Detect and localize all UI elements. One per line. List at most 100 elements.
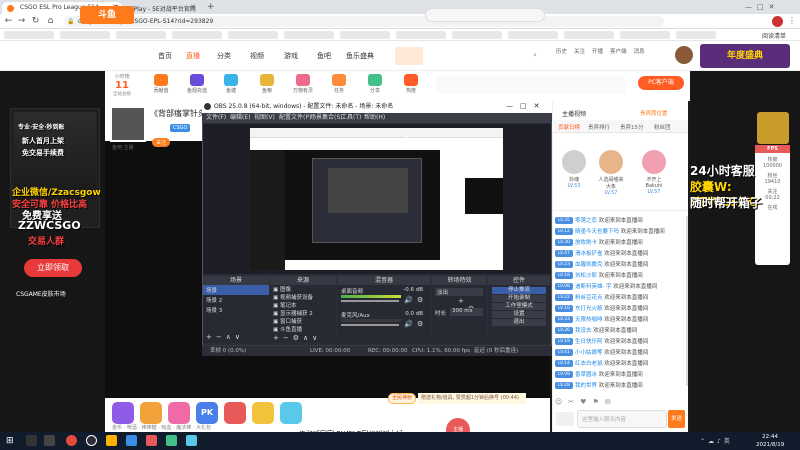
- menu-scene-collection[interactable]: 场景集合(S): [310, 113, 343, 123]
- tab-daily-rank[interactable]: 贡献日榜: [558, 123, 580, 131]
- gift-item[interactable]: [112, 402, 134, 424]
- bookmark[interactable]: [396, 31, 446, 39]
- gift-food[interactable]: 鱼粮: [254, 74, 280, 98]
- speaker-icon[interactable]: 🔊: [404, 296, 413, 304]
- settings-button[interactable]: 设置: [492, 311, 546, 318]
- obs-icon[interactable]: [86, 435, 97, 446]
- gift-item[interactable]: [252, 402, 274, 424]
- url-input[interactable]: douyu.com/topic/CSGO-EPL-S14?rid=293829: [64, 16, 664, 27]
- bookmark[interactable]: [564, 31, 614, 39]
- tab-fan-club[interactable]: 粉丝团: [654, 123, 671, 131]
- menu-view[interactable]: 视图(V): [254, 113, 275, 123]
- speaker-icon[interactable]: 🔊: [404, 320, 413, 328]
- tab-vip-15[interactable]: 贵宾15分: [620, 123, 644, 131]
- menu-tools[interactable]: 工具(T): [341, 113, 361, 123]
- stop-stream-button[interactable]: 停止推流: [492, 287, 546, 294]
- scene-toolbar[interactable]: +−∧∨: [206, 333, 244, 341]
- bookmark[interactable]: [620, 31, 670, 39]
- obs-preview-canvas[interactable]: [250, 128, 503, 270]
- bookmark[interactable]: [4, 31, 54, 39]
- source-item[interactable]: ▣ 笔记本: [270, 301, 336, 309]
- gift-contribution[interactable]: 贡献值: [148, 74, 174, 98]
- bookmark[interactable]: [60, 31, 110, 39]
- gift-item[interactable]: [140, 402, 162, 424]
- chat-scrollbar[interactable]: [686, 216, 688, 386]
- gift-item[interactable]: [224, 402, 246, 424]
- gear-icon[interactable]: ⚙: [417, 320, 423, 328]
- douyu-logo[interactable]: 斗鱼: [80, 6, 134, 24]
- scene-item[interactable]: 场景 3: [203, 305, 269, 315]
- app-icon[interactable]: [126, 435, 137, 446]
- forward-icon[interactable]: →: [16, 16, 27, 27]
- anchor-avatar[interactable]: [110, 106, 146, 142]
- nav-video[interactable]: 视频: [250, 51, 264, 61]
- gift-item[interactable]: [280, 402, 302, 424]
- live-event-button[interactable]: 全民神射: [388, 393, 416, 404]
- taskbar-clock[interactable]: 22:44 2021/8/19: [756, 433, 784, 449]
- source-item[interactable]: ▣ 斗鱼直播: [270, 325, 336, 333]
- nav-festival[interactable]: 鱼乐盛典: [346, 51, 374, 61]
- menu-edit[interactable]: 编辑(E): [230, 113, 250, 123]
- exit-button[interactable]: 退出: [492, 319, 546, 326]
- task-view-icon[interactable]: [44, 435, 55, 446]
- menu-profile[interactable]: 配置文件(P): [279, 113, 311, 123]
- chrome-icon[interactable]: [66, 435, 77, 446]
- profile-avatar[interactable]: [772, 16, 783, 27]
- chat-input[interactable]: 这里输入聊天内容: [577, 410, 667, 428]
- transition-select[interactable]: 淡出: [435, 288, 483, 296]
- vip-seat-link[interactable]: 贵宾席位置: [640, 109, 668, 117]
- gift-share[interactable]: 分享: [362, 74, 388, 98]
- source-item[interactable]: ▣ 窗口捕获: [270, 317, 336, 325]
- folder-icon[interactable]: [106, 435, 117, 446]
- menu-icon[interactable]: ⋮: [788, 16, 796, 25]
- close-icon[interactable]: ✕: [190, 3, 196, 11]
- gift-pond[interactable]: 鱼塘: [218, 74, 244, 98]
- festival-badge-icon[interactable]: [757, 112, 789, 144]
- system-tray[interactable]: ⌃☁♪英: [700, 436, 750, 446]
- follow-button[interactable]: 关注: [152, 138, 171, 147]
- messages-link[interactable]: 消息: [634, 47, 645, 55]
- bookmark[interactable]: [340, 31, 390, 39]
- broadcast-link[interactable]: 开播: [592, 47, 603, 55]
- source-item[interactable]: ▣ 视频捕获设备: [270, 293, 336, 301]
- follow-link[interactable]: 关注: [574, 47, 585, 55]
- wechat-icon[interactable]: [166, 435, 177, 446]
- search-icon[interactable]: [26, 435, 37, 446]
- gift-spirit[interactable]: 万物有灵: [290, 74, 316, 98]
- source-item[interactable]: ▣ 显示器捕获 2: [270, 309, 336, 317]
- new-tab-button[interactable]: +: [207, 2, 215, 12]
- source-item[interactable]: ▣ 图像: [270, 285, 336, 293]
- bookmark[interactable]: [452, 31, 502, 39]
- bookmark[interactable]: [284, 31, 334, 39]
- fan-rank-3[interactable]: 不开上Bakuhi LV.57: [640, 150, 668, 195]
- bookmark[interactable]: [508, 31, 558, 39]
- bookmark[interactable]: [228, 31, 278, 39]
- back-icon[interactable]: ←: [3, 16, 14, 27]
- home-icon[interactable]: ⌂: [45, 16, 56, 27]
- bookmark[interactable]: [676, 31, 716, 39]
- window-controls[interactable]: —□✕: [745, 3, 795, 11]
- source-toolbar[interactable]: +−⚙∧∨: [273, 334, 321, 342]
- emoji-button[interactable]: [556, 412, 574, 426]
- app-icon[interactable]: [146, 435, 157, 446]
- menu-file[interactable]: 文件(F): [206, 113, 226, 123]
- chat-tools[interactable]: ☺✂♥⚑✉: [555, 398, 685, 407]
- duration-input[interactable]: 300 ms: [450, 308, 483, 316]
- user-avatar[interactable]: [675, 46, 693, 64]
- volume-slider[interactable]: [341, 300, 399, 302]
- nav-home[interactable]: 首页: [158, 51, 172, 61]
- pk-gift-item[interactable]: PK: [196, 402, 218, 424]
- scene-item[interactable]: 场景 2: [203, 295, 269, 305]
- tab-vip-rank[interactable]: 贵宾排行: [588, 123, 610, 131]
- hour-rank[interactable]: 小时榜 11 全站总榜: [108, 73, 136, 99]
- anchor-name[interactable]: 鱼吧·主播: [112, 144, 134, 151]
- nav-yuba[interactable]: 鱼吧: [317, 51, 331, 61]
- scene-item[interactable]: 场景: [203, 285, 269, 295]
- gift-item[interactable]: [168, 402, 190, 424]
- gear-icon[interactable]: ⚙: [417, 296, 423, 304]
- nav-live[interactable]: 直播: [186, 51, 200, 61]
- bookmark[interactable]: [172, 31, 222, 39]
- nav-games[interactable]: 游戏: [284, 51, 298, 61]
- promo-badge[interactable]: [395, 47, 423, 65]
- festival-banner[interactable]: 年度盛典: [700, 44, 790, 68]
